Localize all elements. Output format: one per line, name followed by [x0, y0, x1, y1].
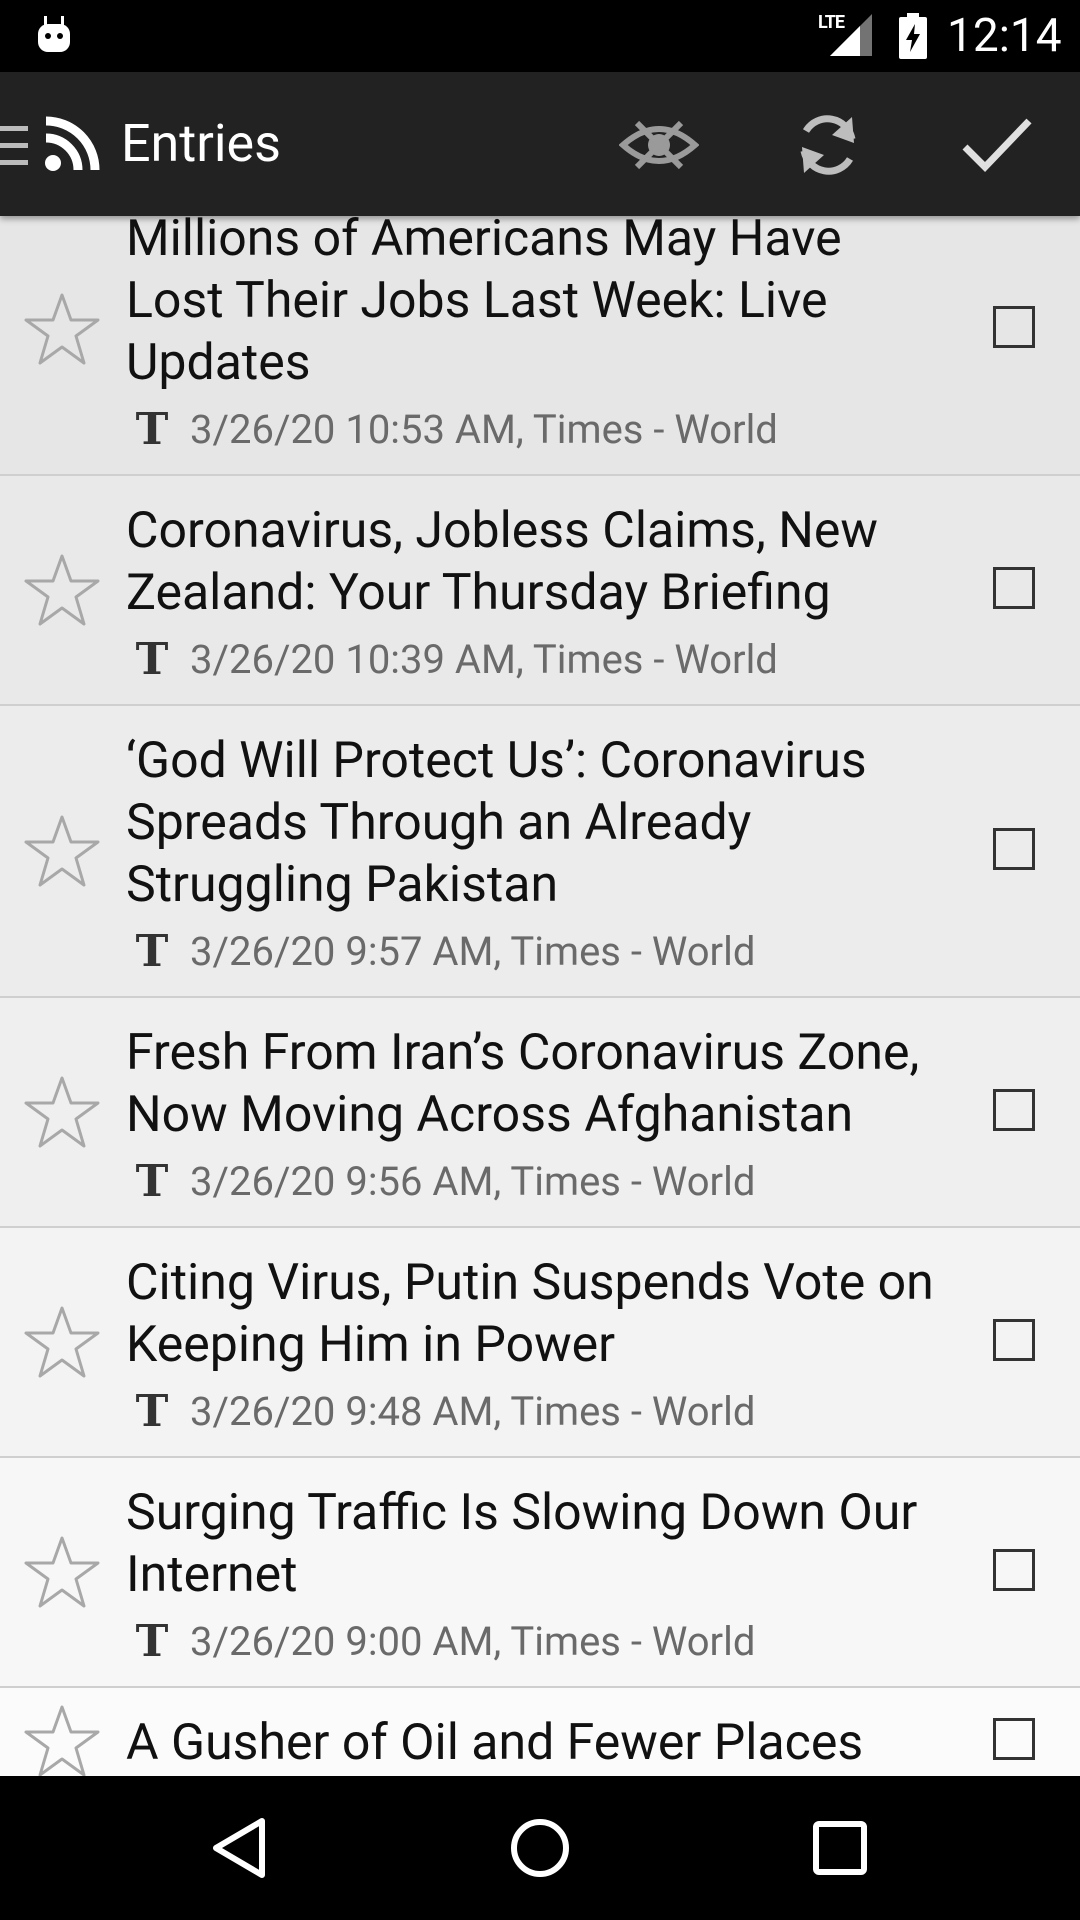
- hamburger-icon[interactable]: [0, 124, 32, 168]
- eye-off-icon: [619, 120, 699, 170]
- entry-headline: Citing Virus, Putin Suspends Vote on Kee…: [126, 1254, 934, 1374]
- entry-meta: T 3/26/20 10:39 AM, Times - World: [126, 636, 950, 684]
- star-icon[interactable]: [24, 1703, 100, 1776]
- mark-read-checkbox[interactable]: [993, 1549, 1035, 1591]
- rss-icon[interactable]: [44, 116, 100, 172]
- entry-headline: Surging Traffic Is Slowing Down Our Inte…: [126, 1484, 918, 1604]
- entry-headline: ‘God Will Protect Us’: Coronavirus Sprea…: [126, 732, 867, 914]
- entry-meta: T 3/26/20 9:57 AM, Times - World: [126, 928, 950, 976]
- entry-meta: T 3/26/20 9:48 AM, Times - World: [126, 1388, 950, 1436]
- battery-charging-icon: [899, 13, 927, 59]
- back-icon: [213, 1818, 265, 1878]
- feed-logo-icon: T: [135, 1386, 169, 1437]
- entry-list-content: Millions of Americans May Have Lost Thei…: [0, 216, 1080, 1776]
- home-icon: [511, 1819, 569, 1877]
- entry-date-source: 3/26/20 10:39 AM, Times - World: [190, 636, 778, 683]
- action-bar: Entries: [0, 72, 1080, 216]
- signal-icon: [830, 14, 872, 56]
- status-bar: LTE 12:14: [0, 0, 1080, 72]
- star-icon[interactable]: [24, 1304, 100, 1380]
- entry-meta: T 3/26/20 10:53 AM, Times - World: [126, 406, 950, 454]
- hide-read-button[interactable]: [614, 100, 704, 190]
- entry-headline: Millions of Americans May Have Lost Thei…: [126, 216, 842, 392]
- feed-logo-icon: T: [135, 1156, 169, 1207]
- navigation-bar: [0, 1776, 1080, 1920]
- home-button[interactable]: [490, 1798, 590, 1898]
- entry-headline: Coronavirus, Jobless Claims, New Zealand…: [126, 502, 878, 622]
- mark-read-checkbox[interactable]: [993, 1718, 1035, 1760]
- entry-row[interactable]: ‘God Will Protect Us’: Coronavirus Sprea…: [0, 706, 1080, 998]
- feed-logo-icon: T: [135, 1616, 169, 1667]
- entry-date-source: 3/26/20 9:56 AM, Times - World: [190, 1158, 756, 1205]
- mark-read-checkbox[interactable]: [993, 1319, 1035, 1361]
- recents-button[interactable]: [790, 1798, 890, 1898]
- recents-icon: [813, 1821, 867, 1875]
- feed-logo-icon: T: [135, 404, 169, 455]
- star-icon[interactable]: [24, 813, 100, 889]
- entry-meta: T 3/26/20 9:00 AM, Times - World: [126, 1618, 950, 1666]
- star-icon[interactable]: [24, 552, 100, 628]
- entry-row[interactable]: Citing Virus, Putin Suspends Vote on Kee…: [0, 1228, 1080, 1458]
- clock: 12:14: [947, 9, 1062, 63]
- entry-meta: T 3/26/20 9:56 AM, Times - World: [126, 1158, 950, 1206]
- page-title: Entries: [121, 113, 281, 174]
- refresh-button[interactable]: [783, 100, 873, 190]
- entry-headline: Fresh From Iran’s Coronavirus Zone, Now …: [126, 1024, 920, 1144]
- entry-row[interactable]: Coronavirus, Jobless Claims, New Zealand…: [0, 476, 1080, 706]
- refresh-icon: [800, 115, 856, 175]
- entry-date-source: 3/26/20 9:48 AM, Times - World: [190, 1388, 756, 1435]
- entry-row[interactable]: Fresh From Iran’s Coronavirus Zone, Now …: [0, 998, 1080, 1228]
- back-button[interactable]: [190, 1798, 290, 1898]
- check-icon: [962, 118, 1032, 173]
- mark-read-checkbox[interactable]: [993, 828, 1035, 870]
- entry-date-source: 3/26/20 10:53 AM, Times - World: [190, 406, 778, 453]
- entry-row[interactable]: A Gusher of Oil and Fewer Places: [0, 1688, 1080, 1776]
- star-icon[interactable]: [24, 1534, 100, 1610]
- mark-read-checkbox[interactable]: [993, 567, 1035, 609]
- star-icon[interactable]: [24, 1074, 100, 1150]
- feed-logo-icon: T: [135, 926, 169, 977]
- feed-logo-icon: T: [135, 634, 169, 685]
- mark-all-read-button[interactable]: [952, 100, 1042, 190]
- entry-date-source: 3/26/20 9:00 AM, Times - World: [190, 1618, 756, 1665]
- star-icon[interactable]: [24, 291, 100, 367]
- entry-row[interactable]: Surging Traffic Is Slowing Down Our Inte…: [0, 1458, 1080, 1688]
- entry-date-source: 3/26/20 9:57 AM, Times - World: [190, 928, 756, 975]
- mark-read-checkbox[interactable]: [993, 1089, 1035, 1131]
- android-notification-icon: [38, 16, 70, 52]
- entry-headline: A Gusher of Oil and Fewer Places: [126, 1714, 864, 1772]
- mark-read-checkbox[interactable]: [993, 306, 1035, 348]
- entry-row[interactable]: Millions of Americans May Have Lost Thei…: [0, 216, 1080, 476]
- entry-list[interactable]: Millions of Americans May Have Lost Thei…: [0, 216, 1080, 1776]
